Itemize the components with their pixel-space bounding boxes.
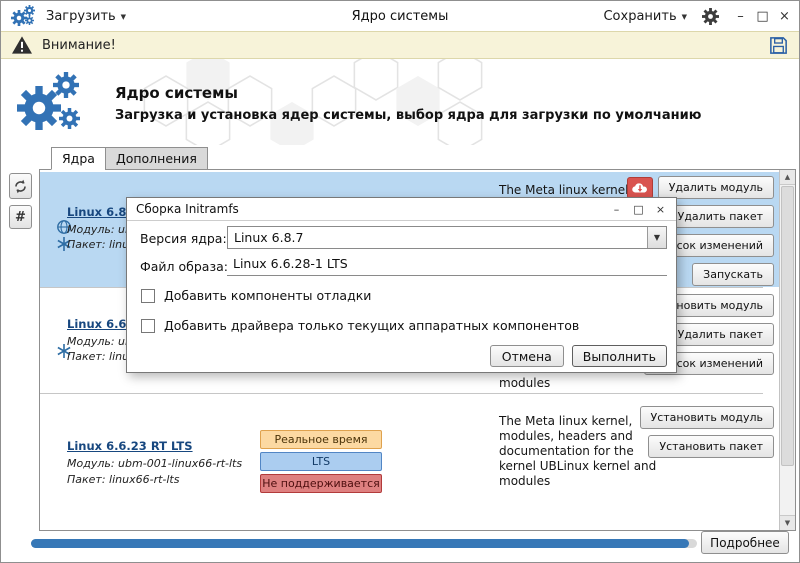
- badge-lts: LTS: [260, 452, 382, 471]
- kernel-package-text: Пакет: linux66-rt-lts: [67, 473, 179, 486]
- dialog-close-button[interactable]: ×: [654, 204, 667, 215]
- image-file-input[interactable]: [227, 253, 667, 276]
- progress-bar-fill: [31, 539, 689, 548]
- page-title: Ядро системы: [115, 84, 238, 102]
- scrollbar-thumb[interactable]: [781, 186, 794, 466]
- details-button[interactable]: Подробнее: [701, 531, 789, 554]
- page-subtitle: Загрузка и установка ядер системы, выбор…: [115, 108, 701, 123]
- remove-package-button[interactable]: Удалить пакет: [667, 205, 774, 228]
- kernel-row[interactable]: Linux 6.6.23 RT LTS Модуль: ubm-001-linu…: [40, 394, 779, 530]
- settings-gear-icon[interactable]: [702, 8, 719, 25]
- dialog-minimize-button[interactable]: –: [610, 204, 623, 215]
- app-logo-gears-icon: [11, 5, 37, 27]
- maximize-button[interactable]: □: [756, 10, 769, 23]
- save-menu-button[interactable]: Сохранить ▼: [603, 9, 687, 24]
- save-file-button[interactable]: [768, 35, 789, 56]
- debug-components-label: Добавить компоненты отладки: [164, 288, 371, 303]
- load-menu-button[interactable]: Загрузить ▼: [46, 9, 126, 24]
- debug-components-checkbox[interactable]: [141, 289, 155, 303]
- dialog-titlebar: Сборка Initramfs – □ ×: [127, 198, 676, 221]
- install-package-button[interactable]: Установить пакет: [648, 435, 774, 458]
- current-drivers-checkbox[interactable]: [141, 319, 155, 333]
- tab-bar: Ядра Дополнения: [51, 147, 208, 170]
- hash-button[interactable]: #: [9, 205, 32, 229]
- tab-addons[interactable]: Дополнения: [105, 147, 208, 170]
- kernel-version-value: Linux 6.8.7: [228, 230, 647, 245]
- chevron-down-icon: ▼: [121, 11, 126, 21]
- page-header: Ядро системы Загрузка и установка ядер с…: [1, 59, 799, 145]
- chevron-down-icon[interactable]: ▼: [647, 227, 666, 248]
- hexagon-pattern: [141, 59, 501, 145]
- kernel-module-text: Модуль: ubm-001-linux66-rt-lts: [67, 457, 242, 470]
- run-button[interactable]: Запускать: [692, 263, 774, 286]
- row-divider: [40, 393, 763, 394]
- cancel-button[interactable]: Отмена: [490, 345, 564, 367]
- dialog-buttons: Отмена Выполнить: [490, 345, 667, 367]
- window-titlebar: Загрузить ▼ Ядро системы Сохранить ▼ – □…: [1, 1, 799, 31]
- scroll-down-button[interactable]: ▼: [780, 515, 795, 530]
- image-file-label: Файл образа:: [140, 259, 228, 274]
- current-drivers-label: Добавить драйвера только текущих аппарат…: [164, 318, 579, 333]
- kernel-version-combobox[interactable]: Linux 6.8.7 ▼: [227, 226, 667, 249]
- app-window: Загрузить ▼ Ядро системы Сохранить ▼ – □…: [0, 0, 800, 563]
- kernel-title-link[interactable]: Linux 6.6.23 RT LTS: [67, 439, 193, 453]
- dialog-title: Сборка Initramfs: [136, 202, 239, 216]
- cloud-download-icon: [631, 181, 649, 194]
- warning-text: Внимание!: [42, 38, 116, 53]
- floppy-disk-icon: [768, 35, 789, 56]
- badge-realtime: Реальное время: [260, 430, 382, 449]
- kernel-version-label: Версия ядра:: [140, 231, 227, 246]
- dialog-maximize-button[interactable]: □: [632, 204, 645, 215]
- remove-package-button[interactable]: Удалить пакет: [667, 323, 774, 346]
- execute-button[interactable]: Выполнить: [572, 345, 667, 367]
- current-drivers-option: Добавить драйвера только текущих аппарат…: [141, 318, 579, 333]
- save-menu-label: Сохранить: [603, 9, 676, 24]
- tab-kernels[interactable]: Ядра: [51, 147, 106, 170]
- refresh-button[interactable]: [9, 173, 32, 199]
- refresh-icon: [13, 179, 28, 194]
- load-menu-label: Загрузить: [46, 9, 116, 24]
- minimize-button[interactable]: –: [734, 10, 747, 23]
- badge-unsupported: Не поддерживается: [260, 474, 382, 493]
- warning-banner: Внимание!: [1, 31, 799, 59]
- app-logo-gears-icon: [15, 70, 87, 134]
- chevron-down-icon: ▼: [682, 11, 687, 21]
- debug-components-option: Добавить компоненты отладки: [141, 288, 371, 303]
- vertical-scrollbar[interactable]: ▲ ▼: [779, 170, 795, 530]
- download-initramfs-button[interactable]: [627, 177, 653, 199]
- close-button[interactable]: ×: [778, 10, 791, 23]
- kernel-badges: Реальное время LTS Не поддерживается: [260, 430, 382, 493]
- scroll-up-button[interactable]: ▲: [780, 170, 795, 185]
- initramfs-dialog: Сборка Initramfs – □ × Версия ядра: Linu…: [126, 197, 677, 373]
- progress-bar: [31, 539, 697, 548]
- install-module-button[interactable]: Установить модуль: [640, 406, 775, 429]
- kernel-actions: Установить модуль Установить пакет: [640, 406, 775, 458]
- warning-triangle-icon: [11, 35, 33, 55]
- remove-module-button[interactable]: Удалить модуль: [658, 176, 774, 199]
